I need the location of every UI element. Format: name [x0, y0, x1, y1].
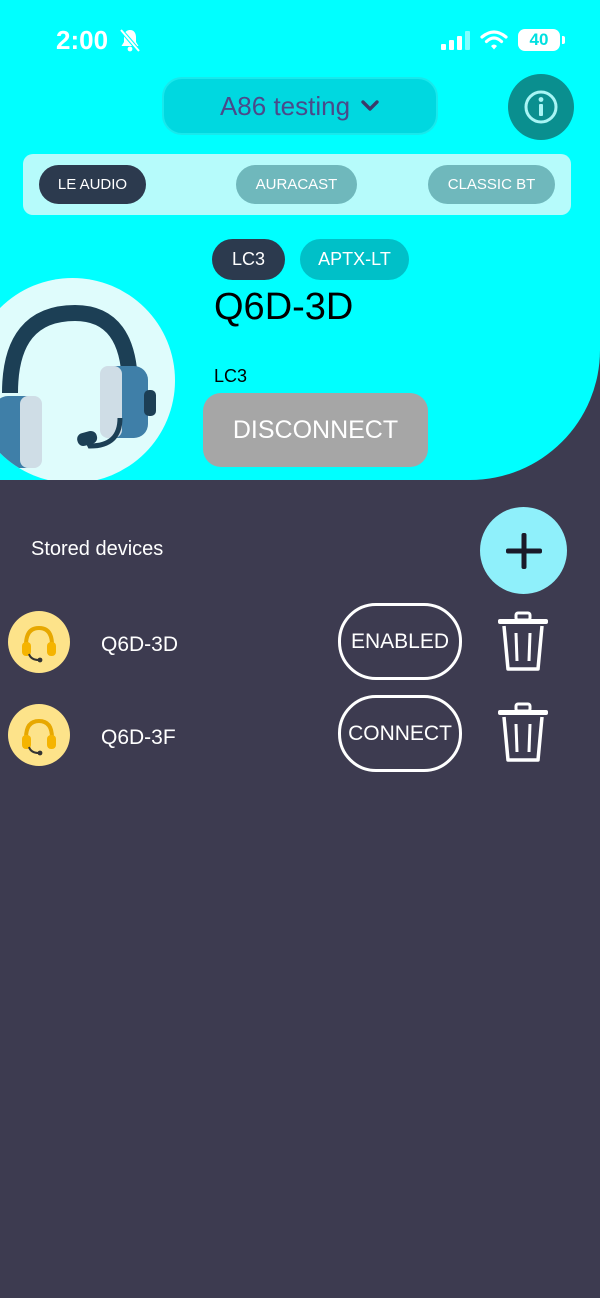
info-button[interactable]: [508, 74, 574, 140]
bell-slash-icon: [119, 28, 141, 53]
current-device-panel: 2:00 40 A86 testing LE AUDIO AURACAST CL…: [0, 0, 600, 480]
add-device-button[interactable]: [480, 507, 567, 594]
device-avatar: [8, 704, 70, 766]
trash-icon[interactable]: [494, 702, 552, 764]
device-avatar: [8, 611, 70, 673]
stored-device-name: Q6D-3D: [101, 633, 179, 656]
chevron-down-icon: [361, 100, 379, 111]
current-codec-label: LC3: [214, 366, 248, 386]
device-selector-label: A86 testing: [219, 90, 351, 121]
mode-selector: LE AUDIO AURACAST CLASSIC BT: [23, 154, 571, 215]
disconnect-button[interactable]: DISCONNECT: [203, 393, 428, 467]
enabled-button[interactable]: ENABLED: [338, 603, 462, 680]
signal-icon: [441, 30, 470, 50]
stored-device-name: Q6D-3F: [101, 726, 176, 749]
info-icon: [524, 90, 558, 124]
mode-auracast[interactable]: AURACAST: [236, 165, 357, 204]
current-device-name: Q6D-3D: [214, 286, 354, 328]
plus-icon: [505, 532, 542, 569]
headset-image: [0, 278, 175, 480]
headset-icon: [22, 718, 56, 756]
headset-icon: [0, 304, 156, 468]
connect-button[interactable]: CONNECT: [338, 695, 462, 772]
status-time: 2:00: [56, 25, 109, 55]
codec-aptx-lt[interactable]: APTX-LT: [300, 239, 409, 280]
headset-icon: [22, 625, 56, 663]
wifi-icon: [480, 30, 508, 50]
mode-classic-bt[interactable]: CLASSIC BT: [428, 165, 555, 204]
trash-icon[interactable]: [494, 611, 552, 673]
device-selector[interactable]: A86 testing: [162, 77, 438, 135]
battery-icon: 40: [518, 29, 565, 51]
mode-le-audio[interactable]: LE AUDIO: [39, 165, 146, 204]
codec-lc3[interactable]: LC3: [212, 239, 285, 280]
stored-devices-title: Stored devices: [31, 538, 164, 560]
status-icons: 40: [441, 28, 565, 52]
